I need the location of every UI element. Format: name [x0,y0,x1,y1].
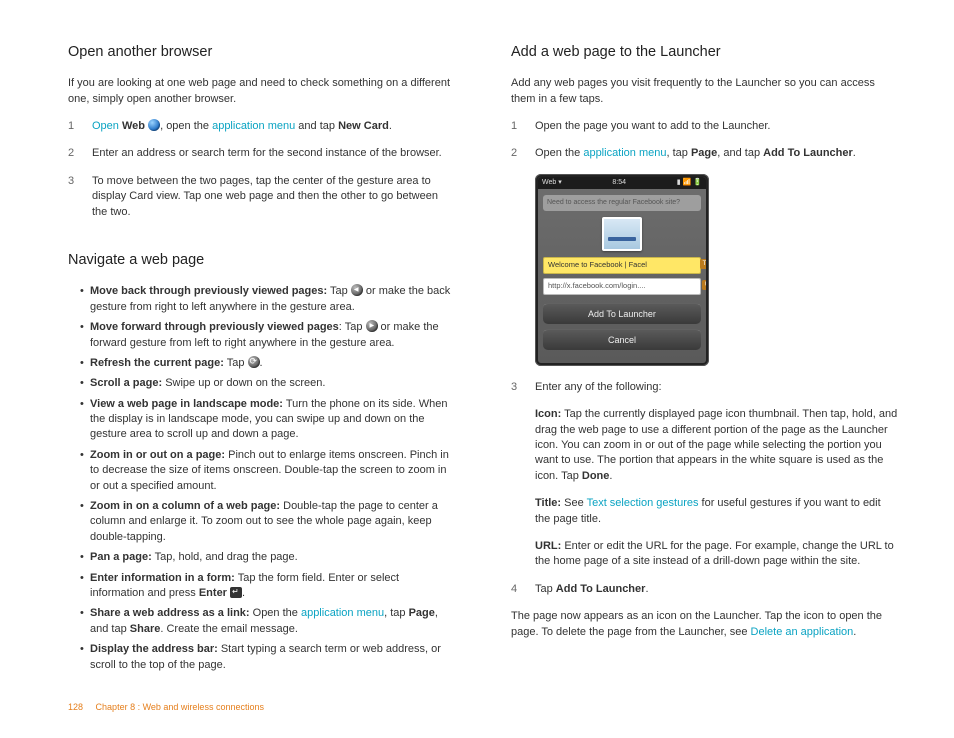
add-to-launcher-button[interactable]: Add To Launcher [543,303,701,324]
text-selection-link[interactable]: Text selection gestures [587,497,699,509]
nav-zoom: Zoom in or out on a page: Pinch out to e… [80,448,455,494]
l-step-2: Enter an address or search term for the … [68,146,455,161]
intro-add: Add any web pages you visit frequently t… [511,76,898,107]
nav-refresh: Refresh the current page: Tap . [80,356,455,371]
enter-key-icon [230,587,242,598]
nav-addressbar: Display the address bar: Start typing a … [80,642,455,673]
page-number: 128 [68,702,83,712]
r-step-3: Enter any of the following: [511,380,898,395]
chapter-label: Chapter 8 : Web and wireless connections [96,702,264,712]
page-hint: Need to access the regular Facebook site… [543,195,701,211]
web-icon [148,119,160,131]
nav-pan: Pan a page: Tap, hold, and drag the page… [80,550,455,565]
title-field[interactable]: Welcome to Facebook | Facel TITLE [543,257,701,274]
heading-add-launcher: Add a web page to the Launcher [511,42,898,62]
page-thumb [602,217,642,251]
page-footer: 128 Chapter 8 : Web and wireless connect… [68,702,264,712]
heading-open-another-browser: Open another browser [68,42,455,62]
web-label: Web [122,120,145,132]
nav-forward: Move forward through previously viewed p… [80,320,455,351]
status-bar: Web ▾ 8:54 ▮📶🔋 [538,177,706,189]
nav-zoom-col: Zoom in on a column of a web page: Doubl… [80,499,455,545]
phone-screenshot: Web ▾ 8:54 ▮📶🔋 Need to access the regula… [535,174,709,366]
status-time: 8:54 [612,178,626,188]
intro-open: If you are looking at one web page and n… [68,76,455,107]
delete-app-link[interactable]: Delete an application [751,626,854,638]
nav-form: Enter information in a form: Tap the for… [80,571,455,602]
r-step-4: Tap Add To Launcher. [511,582,898,597]
forward-icon [366,320,378,332]
icon-desc: Icon: Tap the currently displayed page i… [511,407,898,484]
url-tag: URL [702,280,706,290]
app-menu-link-1[interactable]: application menu [212,120,295,132]
status-icons: ▮📶🔋 [677,178,702,188]
r-step-2: Open the application menu, tap Page, and… [511,146,898,161]
r-step-1: Open the page you want to add to the Lau… [511,119,898,134]
app-menu-link-2[interactable]: application menu [301,607,384,619]
back-icon [351,284,363,296]
title-tag: TITLE [700,259,706,269]
cancel-button[interactable]: Cancel [543,329,701,350]
app-menu-link-3[interactable]: application menu [583,147,666,159]
title-desc: Title: See Text selection gestures for u… [511,496,898,527]
l-step-1: Open Web , open the application menu and… [68,119,455,134]
nav-share: Share a web address as a link: Open the … [80,606,455,637]
heading-navigate: Navigate a web page [68,250,455,270]
refresh-icon [248,356,260,368]
open-link[interactable]: Open [92,120,119,132]
status-tab: Web ▾ [542,178,562,188]
nav-landscape: View a web page in landscape mode: Turn … [80,397,455,443]
nav-scroll: Scroll a page: Swipe up or down on the s… [80,376,455,391]
url-field[interactable]: http://x.facebook.com/login.... URL [543,278,701,295]
url-desc: URL: Enter or edit the URL for the page.… [511,539,898,570]
nav-back: Move back through previously viewed page… [80,284,455,315]
l-step-3: To move between the two pages, tap the c… [68,174,455,220]
outro: The page now appears as an icon on the L… [511,609,898,640]
